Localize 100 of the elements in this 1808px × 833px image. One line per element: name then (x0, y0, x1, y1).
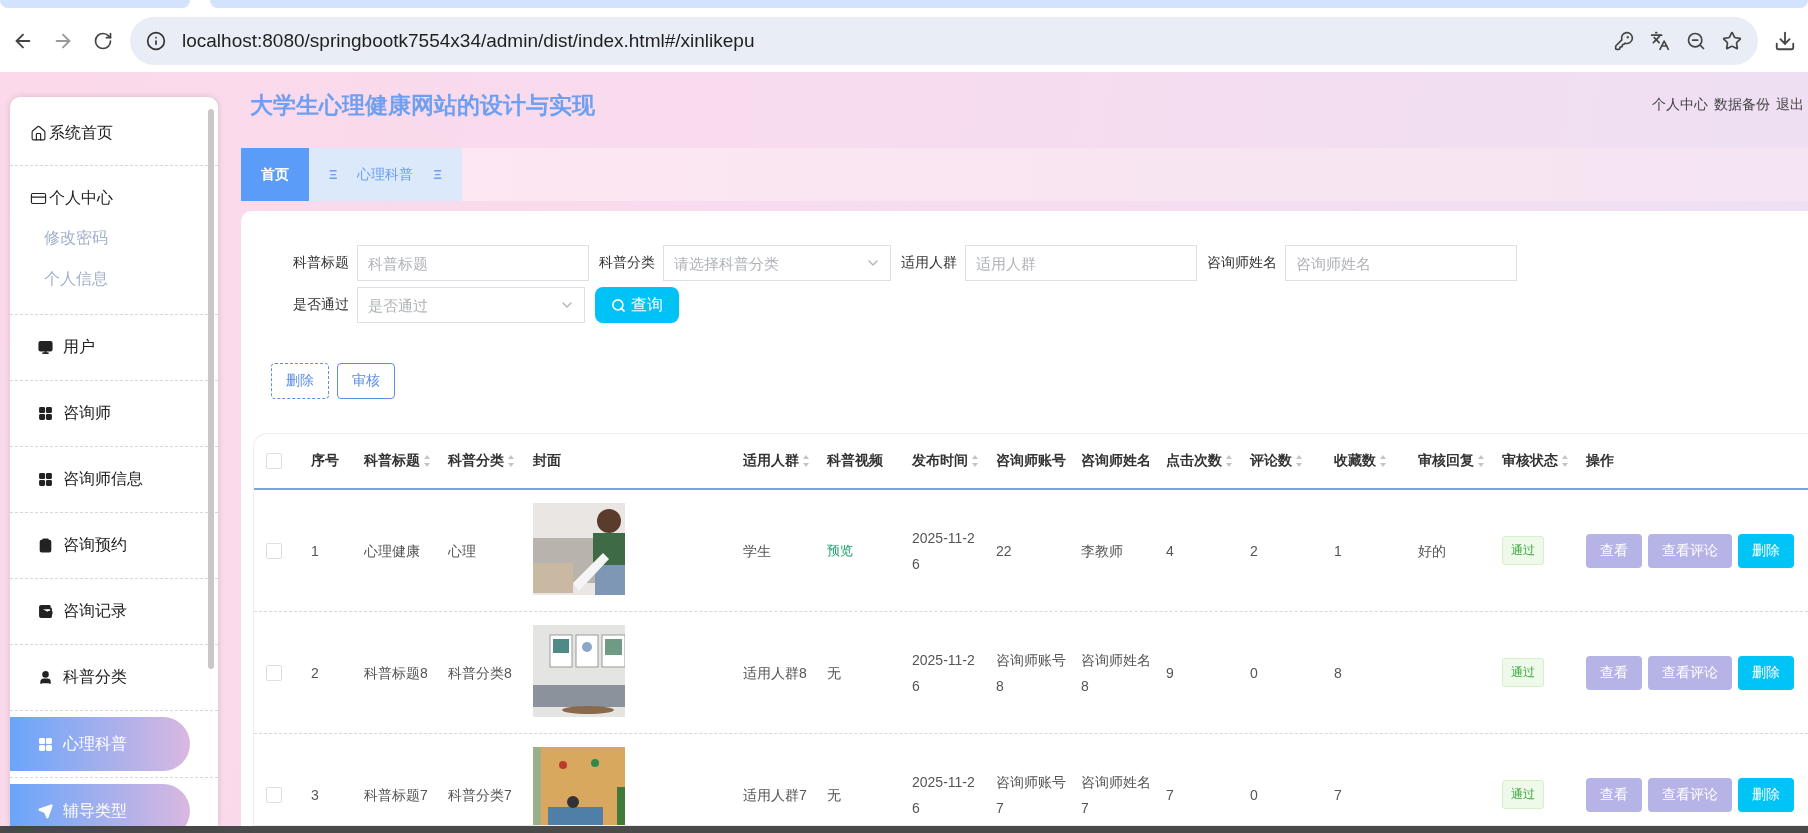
column-header[interactable]: 审核回复 (1418, 452, 1502, 470)
header-link[interactable]: 退出 (1776, 96, 1804, 114)
table-cell-text: 咨询师账号7 (996, 772, 1067, 818)
column-header[interactable]: 科普分类 (448, 452, 533, 470)
browser-tab[interactable] (209, 0, 1808, 8)
column-header[interactable]: 审核状态 (1502, 452, 1586, 470)
table-cell-text: 1 (311, 541, 320, 561)
address-bar[interactable]: localhost:8080/springbootk7554x34/admin/dist/index.html#/xinlikepu (130, 17, 1758, 65)
preview-link[interactable]: 预览 (827, 543, 853, 558)
sidebar-item[interactable]: 咨询师 (10, 381, 218, 446)
column-header: 科普视频 (827, 452, 884, 470)
select-field[interactable]: 请选择科普分类 (663, 245, 891, 281)
sidebar-item[interactable]: 咨询记录 (10, 579, 218, 644)
table-cell-text: 3 (311, 785, 320, 805)
filter-label: 是否通过 (293, 296, 349, 314)
column-header[interactable]: 收藏数 (1334, 452, 1418, 470)
sort-icon[interactable] (1379, 454, 1387, 468)
sort-icon[interactable] (1561, 454, 1569, 468)
filter-label: 科普分类 (599, 254, 655, 272)
sidebar-item[interactable]: 咨询预约 (10, 513, 218, 578)
column-header[interactable]: 发布时间 (912, 452, 996, 470)
menu-icon (38, 472, 53, 487)
status-tag: 通过 (1502, 658, 1544, 687)
table-cell-text: 无 (827, 663, 842, 683)
translate-icon[interactable] (1650, 31, 1670, 51)
table-cell-text: 无 (827, 785, 842, 805)
status-tag: 通过 (1502, 780, 1544, 809)
checkbox[interactable] (266, 664, 282, 681)
input-field[interactable]: 适用人群 (965, 245, 1197, 281)
column-header[interactable]: 适用人群 (743, 452, 827, 470)
table-cell-text: 2025-11-26 (912, 528, 976, 574)
input-field[interactable]: 咨询师姓名 (1285, 245, 1517, 281)
info-icon[interactable] (146, 31, 166, 51)
header-link[interactable]: 个人中心 (1652, 96, 1708, 114)
table-cell-text: 适用人群7 (743, 785, 808, 805)
column-header: 咨询师账号 (996, 452, 1067, 470)
filter-label: 科普标题 (293, 254, 349, 272)
table-cell-text: 4 (1166, 541, 1175, 561)
table-cell-text: 咨询师账号8 (996, 650, 1067, 696)
table-cell-text: 咨询师姓名7 (1081, 772, 1152, 818)
table-cell-text: 李教师 (1081, 541, 1124, 561)
key-icon[interactable] (1614, 31, 1634, 51)
table-cell-text: 2 (1250, 541, 1259, 561)
table-cell-text: 0 (1250, 663, 1259, 683)
column-header[interactable]: 评论数 (1250, 452, 1334, 470)
table-cell-text: 科普标题8 (364, 663, 429, 683)
column-header: 咨询师姓名 (1081, 452, 1152, 470)
menu-icon (38, 736, 53, 752)
table-cell-text: 7 (1334, 785, 1343, 805)
star-icon[interactable] (1722, 31, 1742, 51)
table-cell-text: 0 (1250, 785, 1259, 805)
zoom-icon[interactable] (1686, 31, 1706, 51)
checkbox[interactable] (266, 786, 282, 803)
input-field[interactable]: 科普标题 (357, 245, 589, 281)
sidebar-item[interactable]: 咨询师信息 (10, 447, 218, 512)
table-cell-text: 8 (1334, 663, 1343, 683)
menu-icon (38, 604, 53, 619)
table-cell-text: 7 (1166, 785, 1175, 805)
table-cell-text: 9 (1166, 663, 1175, 683)
column-header[interactable]: 点击次数 (1166, 452, 1250, 470)
filter-label: 适用人群 (901, 254, 957, 272)
sort-icon[interactable] (507, 454, 515, 468)
sidebar-item[interactable]: 系统首页 (10, 101, 218, 165)
table-cell-text: 心理健康 (364, 541, 421, 561)
menu-icon (38, 406, 53, 421)
menu-icon (38, 340, 53, 355)
scrollbar-thumb[interactable] (208, 109, 214, 669)
sort-icon[interactable] (1477, 454, 1485, 468)
header-link[interactable]: 数据备份 (1714, 96, 1770, 114)
sort-icon[interactable] (1295, 454, 1303, 468)
sort-icon[interactable] (423, 454, 431, 468)
table-cell-text: 2025-11-26 (912, 650, 976, 696)
status-tag: 通过 (1502, 536, 1544, 565)
column-header: 封面 (533, 452, 562, 470)
table-cell-text: 科普标题7 (364, 785, 429, 805)
sidebar-item[interactable]: 科普分类 (10, 645, 218, 710)
table-cell-text: 心理 (448, 541, 477, 561)
column-header: 操作 (1586, 452, 1615, 470)
menu-icon (38, 803, 53, 819)
table-cell-text: 22 (996, 541, 1013, 561)
select-field[interactable]: 是否通过 (357, 287, 585, 323)
site-title: 大学生心理健康网站的设计与实现 (250, 90, 595, 120)
sidebar-item[interactable]: 用户 (10, 315, 218, 380)
column-header[interactable]: 科普标题 (364, 452, 448, 470)
sort-icon[interactable] (1225, 454, 1233, 468)
sort-icon[interactable] (802, 454, 810, 468)
checkbox[interactable] (266, 453, 282, 469)
table-cell-text: 学生 (743, 541, 772, 561)
table-cell-text: 2 (311, 663, 320, 683)
checkbox[interactable] (266, 542, 282, 559)
column-header: 序号 (311, 452, 340, 470)
menu-icon (38, 670, 53, 685)
menu-icon (38, 538, 53, 553)
browser-tab[interactable] (0, 0, 190, 8)
sort-icon[interactable] (971, 454, 979, 468)
url-text: localhost:8080/springbootk7554x34/admin/dist/index.html#/xinlikepu (182, 30, 756, 52)
table-cell-text: 1 (1334, 541, 1343, 561)
table-cell-text: 好的 (1418, 541, 1447, 561)
table-cell-text: 2025-11-26 (912, 772, 976, 818)
table-cell-text: 科普分类8 (448, 663, 513, 683)
